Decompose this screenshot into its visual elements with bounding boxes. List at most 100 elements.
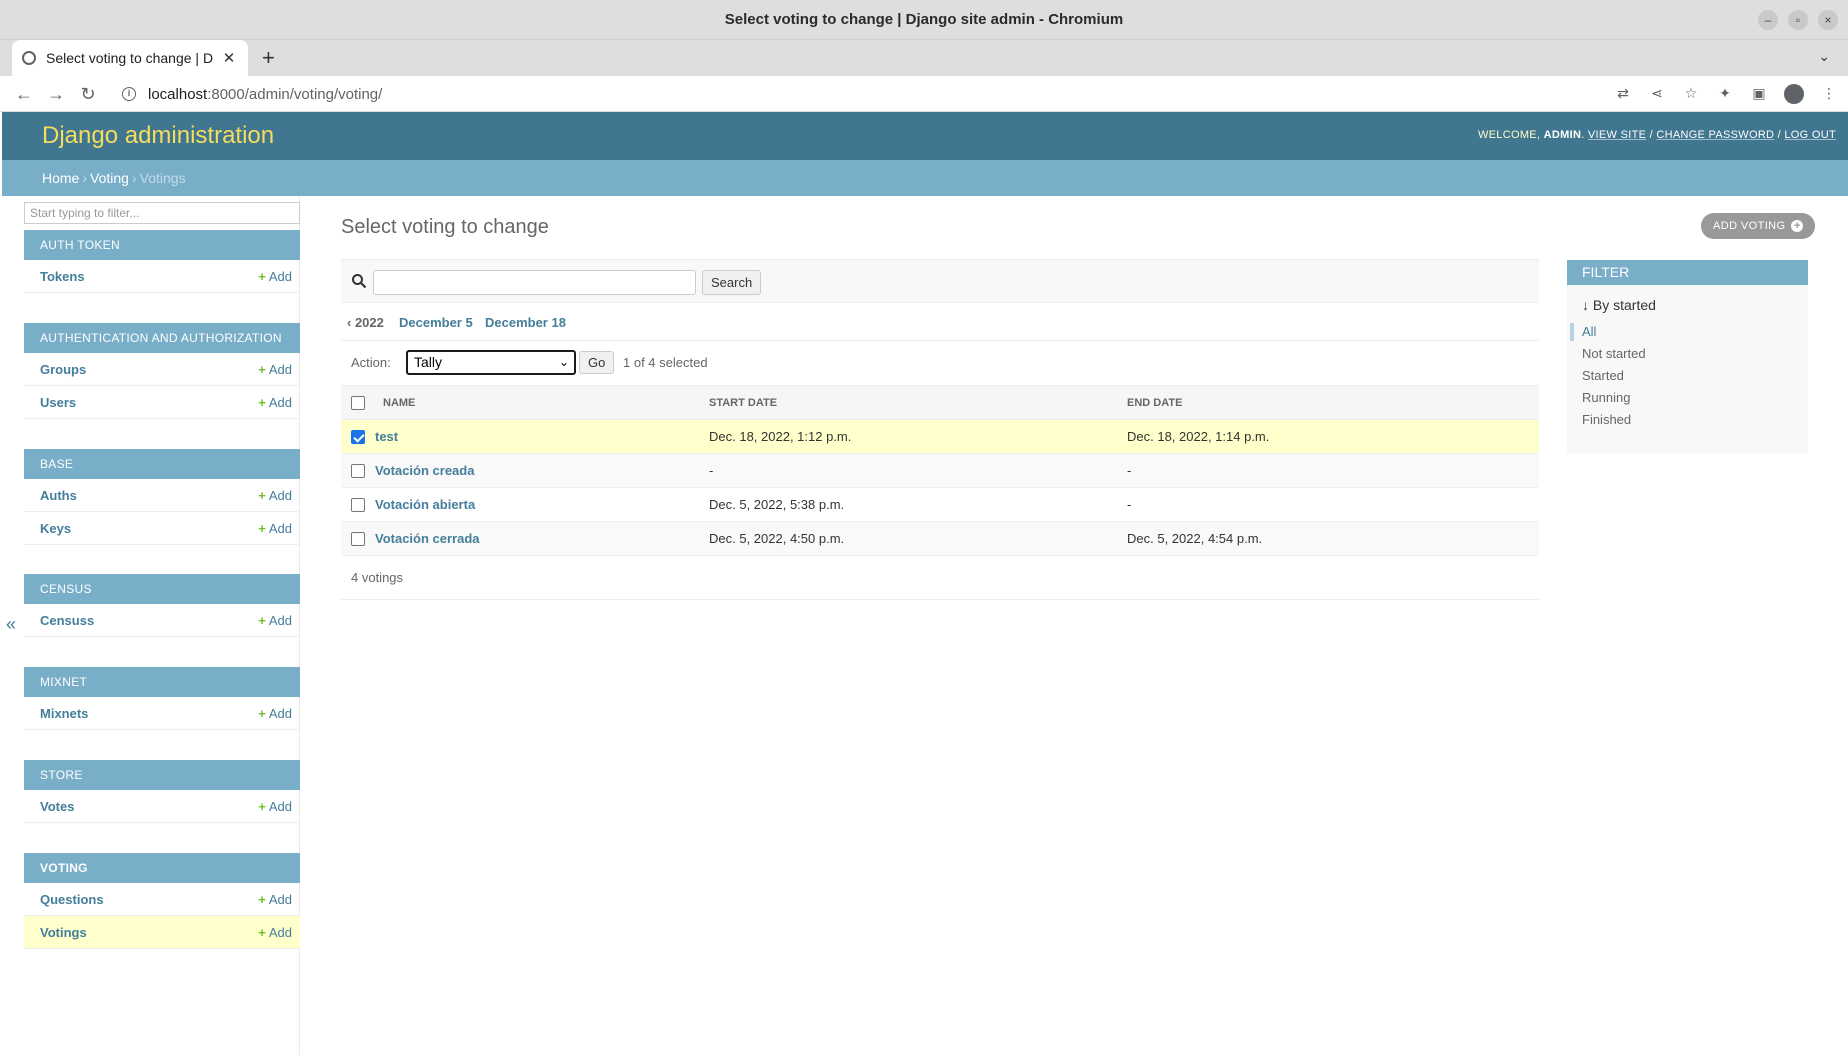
voting-name-link[interactable]: Votación abierta bbox=[373, 487, 699, 522]
app-caption[interactable]: CENSUS bbox=[24, 574, 300, 604]
add-link[interactable]: + Add bbox=[258, 706, 292, 721]
app-caption[interactable]: BASE bbox=[24, 449, 300, 479]
end-date: - bbox=[1117, 453, 1539, 488]
filter-option-running[interactable]: Running bbox=[1567, 387, 1808, 409]
filter-by-started[interactable]: ↓ By started bbox=[1582, 297, 1808, 313]
add-link[interactable]: + Add bbox=[258, 799, 292, 814]
add-link[interactable]: + Add bbox=[258, 925, 292, 940]
add-link[interactable]: + Add bbox=[258, 488, 292, 503]
add-link[interactable]: + Add bbox=[258, 362, 292, 377]
add-link[interactable]: + Add bbox=[258, 395, 292, 410]
extensions-icon[interactable]: ✦ bbox=[1716, 84, 1734, 102]
filter-option-all[interactable]: All bbox=[1567, 321, 1808, 343]
plus-icon: + bbox=[258, 706, 266, 721]
row-checkbox-cell bbox=[341, 521, 373, 556]
date-hierarchy-december-5[interactable]: December 5 bbox=[399, 315, 473, 330]
start-date: Dec. 5, 2022, 4:50 p.m. bbox=[699, 521, 1117, 556]
change-password-link[interactable]: CHANGE PASSWORD bbox=[1656, 129, 1774, 141]
model-link[interactable]: Censuss bbox=[40, 613, 94, 628]
column-header-end-date[interactable]: END DATE bbox=[1117, 385, 1539, 420]
kebab-menu-icon[interactable]: ⋮ bbox=[1820, 84, 1838, 102]
voting-name-link[interactable]: test bbox=[373, 419, 699, 454]
row-checkbox-cell bbox=[341, 453, 373, 488]
breadcrumb: Home › Voting › Votings bbox=[2, 160, 1848, 196]
new-tab-icon[interactable]: + bbox=[262, 46, 275, 70]
plus-icon: + bbox=[258, 613, 266, 628]
date-hierarchy: ‹ 2022 December 5 December 18 bbox=[341, 303, 1539, 341]
select-all-checkbox[interactable] bbox=[351, 395, 365, 410]
bookmark-star-icon[interactable]: ☆ bbox=[1682, 84, 1700, 102]
app-caption[interactable]: MIXNET bbox=[24, 667, 300, 697]
forward-arrow-icon[interactable]: → bbox=[44, 82, 68, 106]
model-row-keys: Keys + Add bbox=[24, 512, 300, 545]
app-caption[interactable]: VOTING bbox=[24, 853, 300, 883]
model-link[interactable]: Votes bbox=[40, 799, 74, 814]
model-link[interactable]: Groups bbox=[40, 362, 86, 377]
model-row-censuss: Censuss + Add bbox=[24, 604, 300, 637]
breadcrumb-home[interactable]: Home bbox=[42, 170, 79, 186]
minimize-icon[interactable]: – bbox=[1758, 10, 1778, 30]
go-button[interactable]: Go bbox=[579, 351, 615, 374]
plus-icon: + bbox=[258, 362, 266, 377]
tab-search-chevron-icon[interactable]: ⌄ bbox=[1818, 48, 1830, 65]
close-window-icon[interactable]: × bbox=[1818, 10, 1838, 30]
column-header-name[interactable]: NAME bbox=[373, 385, 699, 420]
translate-icon[interactable]: ⇄ bbox=[1614, 84, 1632, 102]
date-hierarchy-december-18[interactable]: December 18 bbox=[485, 315, 566, 330]
add-link[interactable]: + Add bbox=[258, 269, 292, 284]
model-link[interactable]: Votings bbox=[40, 925, 87, 940]
row-checkbox[interactable] bbox=[351, 532, 365, 547]
action-label: Action: bbox=[351, 355, 391, 370]
search-input[interactable] bbox=[373, 270, 696, 295]
maximize-icon[interactable]: ▫ bbox=[1788, 10, 1808, 30]
model-link[interactable]: Questions bbox=[40, 892, 104, 907]
action-select[interactable]: Tally ⌄ bbox=[406, 350, 576, 375]
breadcrumb-app[interactable]: Voting bbox=[90, 170, 129, 186]
add-link[interactable]: + Add bbox=[258, 521, 292, 536]
admin-header: Django administration WELCOME, ADMIN. VI… bbox=[2, 112, 1848, 160]
share-icon[interactable]: ⋖ bbox=[1648, 84, 1666, 102]
column-header-start-date[interactable]: START DATE bbox=[699, 385, 1117, 420]
model-link[interactable]: Users bbox=[40, 395, 76, 410]
filter-option-not-started[interactable]: Not started bbox=[1567, 343, 1808, 365]
site-branding[interactable]: Django administration bbox=[42, 122, 274, 150]
app-caption[interactable]: AUTHENTICATION AND AUTHORIZATION bbox=[24, 323, 300, 353]
close-tab-icon[interactable]: ✕ bbox=[220, 49, 238, 67]
breadcrumb-current: Votings bbox=[139, 170, 186, 186]
tab-title: Select voting to change | D bbox=[46, 50, 214, 66]
reload-icon[interactable]: ↻ bbox=[76, 82, 100, 106]
page-title: Select voting to change bbox=[341, 216, 549, 238]
filter-option-started[interactable]: Started bbox=[1567, 365, 1808, 387]
model-link[interactable]: Keys bbox=[40, 521, 71, 536]
model-link[interactable]: Mixnets bbox=[40, 706, 88, 721]
address-bar[interactable]: i localhost:8000/admin/voting/voting/ bbox=[112, 79, 1612, 109]
search-button[interactable]: Search bbox=[702, 270, 762, 295]
voting-name-link[interactable]: Votación cerrada bbox=[373, 521, 699, 556]
back-arrow-icon[interactable]: ← bbox=[12, 82, 36, 106]
log-out-link[interactable]: LOG OUT bbox=[1784, 129, 1836, 141]
window-title: Select voting to change | Django site ad… bbox=[724, 11, 1124, 28]
voting-name-link[interactable]: Votación creada bbox=[373, 453, 699, 488]
browser-tab[interactable]: Select voting to change | D ✕ bbox=[12, 40, 248, 76]
filter-heading: FILTER bbox=[1567, 260, 1808, 285]
row-checkbox-cell bbox=[341, 487, 373, 522]
add-link[interactable]: + Add bbox=[258, 892, 292, 907]
model-link[interactable]: Auths bbox=[40, 488, 77, 503]
add-voting-button[interactable]: ADD VOTING + bbox=[1701, 213, 1816, 239]
nav-filter-input[interactable]: Start typing to filter... bbox=[24, 202, 300, 224]
site-info-icon[interactable]: i bbox=[122, 87, 136, 101]
add-link[interactable]: + Add bbox=[258, 613, 292, 628]
app-caption[interactable]: STORE bbox=[24, 760, 300, 790]
row-checkbox[interactable] bbox=[351, 464, 365, 479]
row-checkbox[interactable] bbox=[351, 430, 365, 445]
row-checkbox[interactable] bbox=[351, 498, 365, 513]
profile-avatar-icon[interactable] bbox=[1784, 84, 1804, 104]
filter-option-finished[interactable]: Finished bbox=[1567, 409, 1808, 431]
date-hierarchy-back[interactable]: ‹ 2022 bbox=[347, 315, 384, 330]
end-date: Dec. 18, 2022, 1:14 p.m. bbox=[1117, 419, 1539, 454]
sidebar-collapse-toggle[interactable]: « bbox=[6, 614, 16, 635]
view-site-link[interactable]: VIEW SITE bbox=[1588, 129, 1646, 141]
side-panel-icon[interactable]: ▣ bbox=[1750, 84, 1768, 102]
app-caption[interactable]: AUTH TOKEN bbox=[24, 230, 300, 260]
model-link[interactable]: Tokens bbox=[40, 269, 85, 284]
